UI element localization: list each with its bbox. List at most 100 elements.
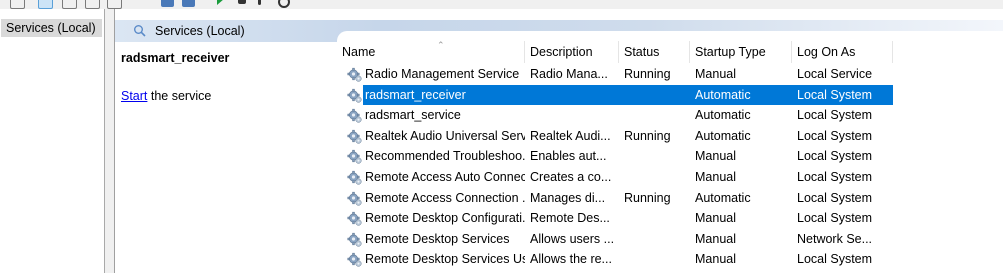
service-gear-icon bbox=[347, 191, 363, 207]
service-logon-cell: Local System bbox=[797, 190, 873, 205]
service-name-cell: Remote Access Auto Connec... bbox=[365, 170, 525, 184]
service-status-cell bbox=[624, 85, 690, 106]
service-startup-cell: Manual bbox=[695, 252, 736, 267]
stop-icon[interactable] bbox=[238, 0, 246, 4]
table-row[interactable]: Remote Desktop Services Us... Allows the … bbox=[337, 249, 1003, 270]
service-name-cell: Radio Management Service bbox=[365, 67, 520, 81]
help-icon[interactable] bbox=[85, 0, 100, 9]
service-name-cell: Remote Desktop Configurati... bbox=[365, 211, 525, 226]
table-row[interactable]: Remote Desktop Services Allows users ... M… bbox=[337, 229, 1003, 250]
service-logon-cell: Local System bbox=[797, 211, 873, 226]
service-description-cell: Allows users ... bbox=[530, 231, 615, 246]
service-status-cell bbox=[624, 146, 690, 167]
properties-icon[interactable] bbox=[62, 0, 77, 9]
service-name-cell: Realtek Audio Universal Serv... bbox=[365, 128, 525, 143]
service-gear-icon bbox=[347, 129, 363, 145]
table-row[interactable]: Recommended Troubleshoo... Enables aut...… bbox=[337, 146, 1003, 167]
service-gear-icon bbox=[347, 88, 363, 104]
service-logon-cell: Local System bbox=[797, 149, 873, 164]
search-icon bbox=[134, 25, 146, 37]
pane-title: Services (Local) bbox=[155, 24, 245, 38]
service-status-cell bbox=[624, 229, 690, 250]
service-name-cell: radsmart_service bbox=[365, 108, 461, 123]
service-logon-cell: Local System bbox=[797, 128, 873, 143]
service-logon-cell: Local System bbox=[797, 170, 873, 184]
console-tree-icon[interactable] bbox=[38, 0, 53, 9]
column-header-status[interactable]: Status bbox=[619, 41, 690, 63]
service-gear-icon bbox=[347, 252, 363, 268]
table-row[interactable]: radsmart_receiver Automatic Local System bbox=[337, 84, 1003, 106]
service-name-cell: Remote Desktop Services Us... bbox=[365, 252, 525, 267]
service-logon-cell: Network Se... bbox=[797, 231, 873, 246]
service-status-cell bbox=[624, 249, 690, 270]
service-startup-cell: Automatic bbox=[695, 87, 751, 102]
service-logon-cell: Local System bbox=[797, 252, 873, 267]
service-logon-cell: Local System bbox=[797, 87, 873, 102]
service-gear-icon bbox=[347, 149, 363, 165]
restart-icon[interactable] bbox=[278, 0, 290, 8]
service-description-cell: Allows the re... bbox=[530, 252, 612, 267]
service-status-cell bbox=[624, 105, 690, 126]
service-description-cell: Creates a co... bbox=[530, 170, 612, 184]
service-gear-icon bbox=[347, 232, 363, 248]
service-description-cell: Manages di... bbox=[530, 190, 606, 205]
back-icon[interactable] bbox=[10, 0, 25, 9]
service-startup-cell: Automatic bbox=[695, 108, 751, 123]
tree-item-services-local[interactable]: Services (Local) bbox=[1, 19, 102, 37]
table-row[interactable]: Remote Desktop Configurati... Remote Des.… bbox=[337, 208, 1003, 229]
service-name-cell: Remote Desktop Services bbox=[365, 231, 510, 246]
column-name-label: Name bbox=[342, 45, 376, 59]
service-startup-cell: Manual bbox=[695, 170, 736, 184]
service-description-cell: Enables aut... bbox=[530, 149, 607, 164]
export-icon[interactable] bbox=[107, 0, 122, 9]
service-detail-title: radsmart_receiver bbox=[121, 51, 230, 65]
start-service-suffix: the service bbox=[147, 89, 212, 103]
mmc-icon[interactable] bbox=[161, 0, 174, 7]
service-startup-cell: Automatic bbox=[695, 190, 751, 205]
column-header-log-on-as[interactable]: Log On As bbox=[792, 41, 893, 63]
service-gear-icon bbox=[347, 67, 363, 83]
table-row[interactable]: Radio Management Service Radio Mana... Run… bbox=[337, 64, 1003, 85]
services-pane: Services (Local) radsmart_receiver Start… bbox=[115, 9, 1003, 273]
service-gear-icon bbox=[347, 170, 363, 186]
start-service-line: Start the service bbox=[121, 89, 211, 103]
pause-icon[interactable] bbox=[258, 0, 261, 5]
service-name-cell: Remote Access Connection ... bbox=[365, 190, 525, 205]
play-icon[interactable] bbox=[217, 0, 224, 5]
service-status-cell bbox=[624, 167, 690, 188]
table-row[interactable]: Remote Access Connection ... Manages di..… bbox=[337, 188, 1003, 209]
service-startup-cell: Manual bbox=[695, 231, 736, 246]
service-description-cell: Realtek Audi... bbox=[530, 128, 611, 143]
service-logon-cell: Local System bbox=[797, 108, 873, 123]
start-service-link[interactable]: Start bbox=[121, 89, 147, 103]
service-name-cell: radsmart_receiver bbox=[365, 87, 466, 102]
service-description-cell: Remote Des... bbox=[530, 211, 610, 226]
service-gear-icon bbox=[347, 211, 363, 227]
service-status-cell bbox=[624, 208, 690, 229]
column-header-name[interactable]: Name ⌃ bbox=[337, 41, 525, 63]
service-startup-cell: Manual bbox=[695, 149, 736, 164]
service-detail-panel: radsmart_receiver Start the service bbox=[115, 42, 337, 273]
pane-splitter[interactable] bbox=[105, 9, 115, 273]
service-status-cell: Running bbox=[624, 67, 671, 81]
table-row[interactable]: radsmart_service Automatic Local System bbox=[337, 105, 1003, 126]
service-name-cell: Recommended Troubleshoo... bbox=[365, 149, 525, 164]
service-startup-cell: Manual bbox=[695, 211, 736, 226]
sort-caret-icon: ⌃ bbox=[437, 40, 445, 50]
service-description-cell bbox=[530, 85, 620, 106]
service-description-cell: Radio Mana... bbox=[530, 67, 608, 81]
service-logon-cell: Local Service bbox=[797, 67, 873, 81]
service-startup-cell: Manual bbox=[695, 67, 736, 81]
services-list: Name ⌃ Description Status Startup Type L… bbox=[337, 31, 1003, 273]
service-status-cell: Running bbox=[624, 128, 671, 143]
service-startup-cell: Automatic bbox=[695, 128, 751, 143]
table-row[interactable]: Remote Access Auto Connec... Creates a co… bbox=[337, 167, 1003, 188]
column-header-description[interactable]: Description bbox=[525, 41, 619, 63]
console-tree: Services (Local) bbox=[0, 9, 105, 273]
service-status-cell: Running bbox=[624, 190, 671, 205]
column-header-startup-type[interactable]: Startup Type bbox=[690, 41, 792, 63]
info-icon[interactable] bbox=[182, 0, 195, 7]
toolbar bbox=[0, 0, 1003, 9]
table-row[interactable]: Realtek Audio Universal Serv... Realtek A… bbox=[337, 126, 1003, 147]
service-description-cell bbox=[530, 105, 620, 126]
